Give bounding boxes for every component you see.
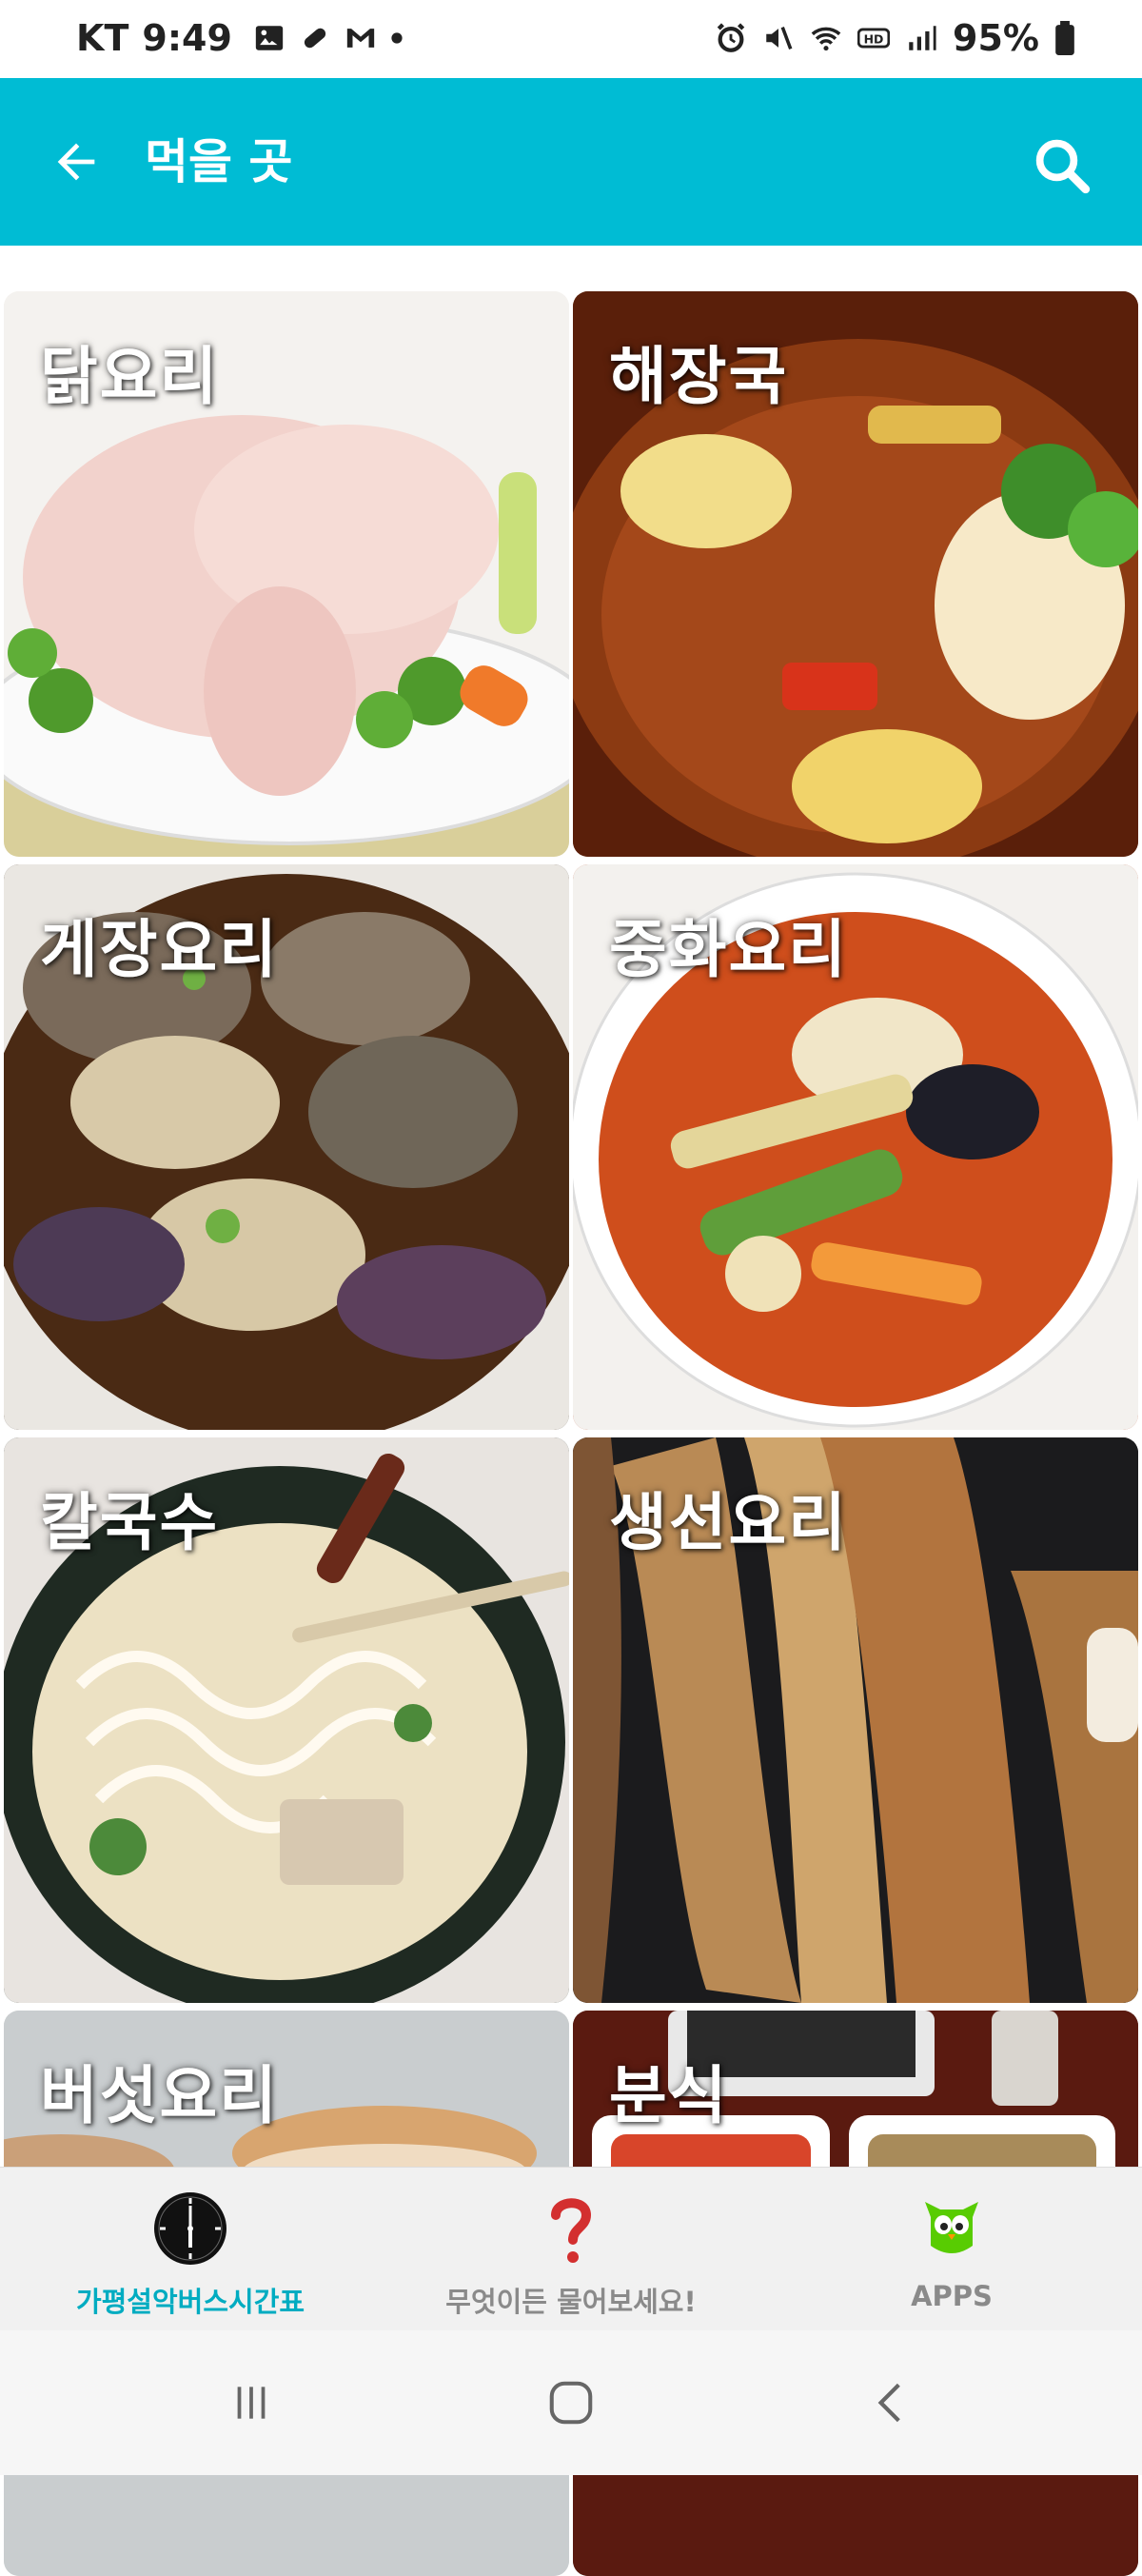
category-label: 중화요리 <box>609 913 848 986</box>
category-tile-gejang[interactable]: 게장요리 <box>4 864 569 1430</box>
nav-ask-anything[interactable]: 무엇이든 물어보세요! <box>381 2168 761 2331</box>
category-tile-fish[interactable]: 생선요리 <box>573 1437 1138 2003</box>
search-button[interactable] <box>1024 128 1100 204</box>
home-icon <box>549 2381 593 2425</box>
clock-icon <box>154 2192 226 2265</box>
page-title: 먹을 곳 <box>145 134 293 189</box>
owl-mascot-icon <box>925 2202 978 2253</box>
recent-apps-icon <box>237 2387 266 2419</box>
search-icon <box>1035 139 1091 194</box>
mute-icon <box>766 27 793 50</box>
category-tile-chinese[interactable]: 중화요리 <box>573 864 1138 1430</box>
more-notifications-dot-icon <box>391 32 403 44</box>
back-button[interactable] <box>42 128 110 196</box>
app-bar: 먹을 곳 <box>0 78 1142 246</box>
category-label: 분식 <box>609 2059 729 2132</box>
category-label: 버섯요리 <box>40 2059 279 2132</box>
category-tile-kalguksu[interactable]: 칼국수 <box>4 1437 569 2003</box>
alarm-icon <box>717 23 745 52</box>
clock-time: 9:49 <box>142 17 232 59</box>
category-label: 칼국수 <box>40 1486 220 1559</box>
nav-label: 무엇이든 물어보세요! <box>445 2286 697 2318</box>
category-tile-chicken[interactable]: 닭요리 <box>4 291 569 857</box>
home-button[interactable] <box>533 2368 609 2437</box>
category-label: 닭요리 <box>40 340 220 413</box>
chevron-left-icon <box>877 2383 900 2423</box>
gmail-icon <box>346 29 375 48</box>
category-tile-haejangguk[interactable]: 해장국 <box>573 291 1138 857</box>
question-mark-icon <box>551 2198 592 2263</box>
battery-icon <box>1055 21 1074 55</box>
battery-percent: 95% <box>953 17 1039 59</box>
notification-icons <box>253 22 404 54</box>
nav-label: APPS <box>911 2280 993 2312</box>
hd-voice-icon: HD <box>857 28 891 49</box>
pill-icon <box>304 28 325 49</box>
gallery-icon <box>255 26 284 50</box>
arrow-left-icon <box>57 143 95 181</box>
nav-apps[interactable]: APPS <box>761 2168 1142 2331</box>
recent-apps-button[interactable] <box>213 2368 289 2437</box>
svg-text:HD: HD <box>864 32 884 47</box>
status-bar: KT 9:49 HD 95% <box>0 0 1142 78</box>
status-right: HD 95% <box>715 17 1075 59</box>
system-back-button[interactable] <box>853 2368 929 2437</box>
category-label: 게장요리 <box>40 913 279 986</box>
signal-icon <box>909 26 936 50</box>
nav-bus-timetable[interactable]: 가평설악버스시간표 <box>0 2168 381 2331</box>
category-label: 생선요리 <box>609 1486 848 1559</box>
carrier-label: KT <box>76 17 129 59</box>
category-label: 해장국 <box>609 340 789 413</box>
wifi-icon <box>811 27 841 51</box>
bottom-navigation: 가평설악버스시간표 무엇이든 물어보세요! APPS <box>0 2167 1142 2331</box>
status-left: KT 9:49 <box>76 17 404 59</box>
nav-label: 가평설악버스시간표 <box>75 2286 305 2318</box>
system-navigation-bar <box>0 2330 1142 2475</box>
